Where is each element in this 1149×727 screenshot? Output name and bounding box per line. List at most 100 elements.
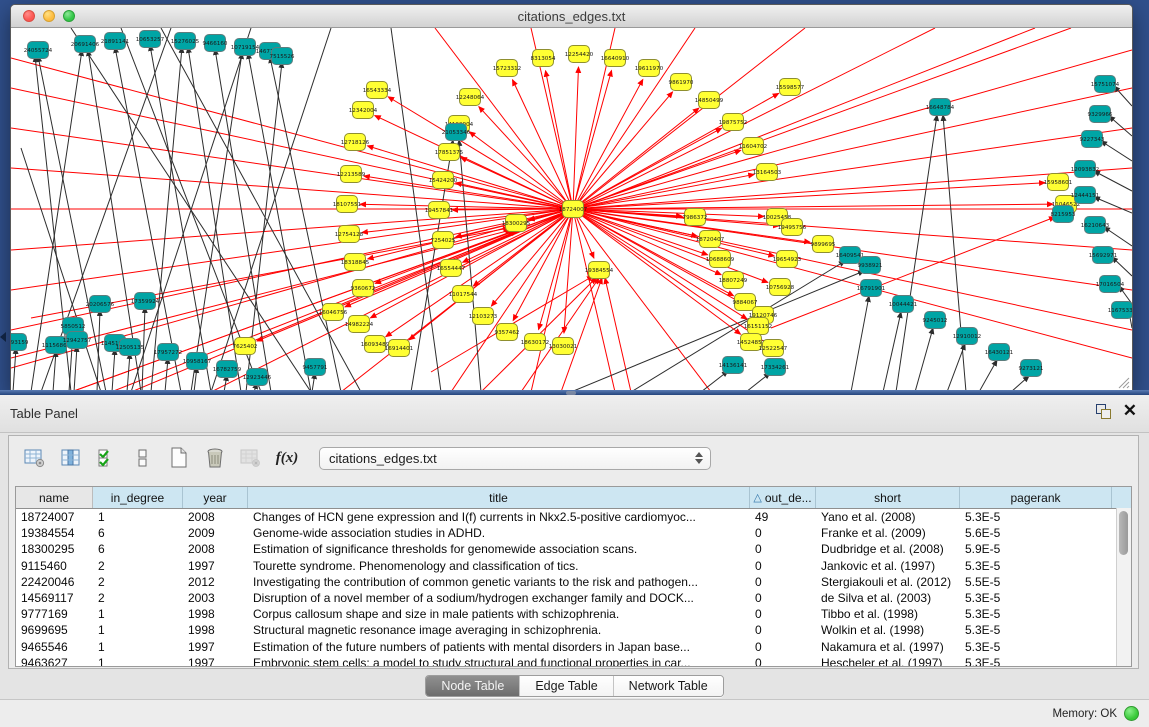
teal-node[interactable]: 11675331: [1108, 302, 1132, 319]
delete-column-icon[interactable]: [199, 442, 231, 474]
table-row[interactable]: 2242004622012Investigating the contribut…: [16, 574, 1131, 590]
table-row[interactable]: 977716911998Corpus callosum shape and si…: [16, 606, 1131, 622]
yellow-node[interactable]: 17851375: [435, 144, 464, 161]
column-header-year[interactable]: year: [183, 487, 248, 508]
table-row[interactable]: 946362711997Embryonic stem cells: a mode…: [16, 655, 1131, 667]
yellow-node[interactable]: 18107551: [333, 196, 362, 213]
yellow-node[interactable]: 11017544: [449, 286, 478, 303]
yellow-node[interactable]: 9357462: [495, 324, 520, 341]
teal-node[interactable]: 9393159: [11, 334, 29, 351]
teal-node[interactable]: 12910012: [953, 328, 981, 345]
yellow-node[interactable]: 18630172: [521, 334, 549, 351]
teal-node[interactable]: 16648784: [926, 99, 955, 116]
teal-node[interactable]: 9938921: [858, 257, 883, 274]
teal-node[interactable]: 12942757: [63, 332, 92, 349]
show-columns-icon[interactable]: [55, 442, 87, 474]
teal-node[interactable]: 9273121: [1019, 360, 1044, 377]
table-scrollbar[interactable]: [1116, 508, 1131, 666]
table-row[interactable]: 969969511998Structural magnetic resonanc…: [16, 622, 1131, 638]
teal-node[interactable]: 16430121: [985, 344, 1014, 361]
tab-node-table[interactable]: Node Table: [426, 676, 520, 696]
teal-node[interactable]: 9466160: [203, 35, 228, 52]
yellow-node[interactable]: 10688609: [706, 251, 735, 268]
column-header-pagerank[interactable]: pagerank: [960, 487, 1112, 508]
yellow-node[interactable]: 18300295: [502, 215, 531, 232]
table-row[interactable]: 1872400712008Changes of HCN gene express…: [16, 509, 1131, 525]
yellow-node[interactable]: 19384554: [585, 262, 614, 279]
new-table-icon[interactable]: [163, 442, 195, 474]
yellow-node[interactable]: 19654923: [773, 251, 802, 268]
yellow-node[interactable]: 8313054: [531, 50, 556, 67]
teal-node[interactable]: 21053346: [442, 124, 471, 141]
teal-node[interactable]: 14136141: [719, 357, 748, 374]
column-header-in-degree[interactable]: in_degree: [93, 487, 183, 508]
table-mode-icon[interactable]: [19, 442, 51, 474]
teal-node[interactable]: 10958167: [183, 353, 212, 370]
yellow-node[interactable]: 9861970: [669, 74, 694, 91]
network-canvas[interactable]: 1654333412342004127181261221358918107551…: [11, 28, 1132, 391]
yellow-node[interactable]: 16543334: [363, 82, 392, 99]
yellow-node[interactable]: 19611970: [635, 60, 664, 77]
float-panel-icon[interactable]: [1095, 403, 1111, 419]
yellow-node[interactable]: 15424200: [429, 172, 458, 189]
yellow-node[interactable]: 12248064: [456, 89, 485, 106]
yellow-node[interactable]: 7986372: [683, 209, 708, 226]
yellow-node[interactable]: 19875752: [719, 114, 747, 131]
teal-node[interactable]: 17016504: [1096, 276, 1125, 293]
tab-edge-table[interactable]: Edge Table: [520, 676, 613, 696]
teal-node[interactable]: 9245012: [923, 312, 948, 329]
scrollbar-thumb[interactable]: [1119, 511, 1128, 555]
yellow-node[interactable]: 14982224: [345, 316, 374, 333]
yellow-node[interactable]: 12254420: [565, 46, 594, 63]
teal-node[interactable]: 9329966: [1088, 106, 1113, 123]
teal-node[interactable]: 12093832: [1071, 161, 1099, 178]
column-header-title[interactable]: title: [248, 487, 750, 508]
yellow-node[interactable]: 12342004: [349, 102, 378, 119]
yellow-node[interactable]: 7254025: [431, 232, 456, 249]
teal-node[interactable]: 15692971: [1089, 247, 1118, 264]
teal-node[interactable]: 15751074: [1091, 76, 1120, 93]
yellow-node[interactable]: 15723312: [493, 60, 521, 77]
table-row[interactable]: 1456911722003Disruption of a novel membe…: [16, 590, 1131, 606]
table-row[interactable]: 1830029562008Estimation of significance …: [16, 541, 1131, 557]
teal-node[interactable]: 15276025: [171, 33, 200, 50]
window-titlebar[interactable]: citations_edges.txt: [11, 5, 1132, 28]
teal-node[interactable]: 20691406: [71, 36, 100, 53]
yellow-node[interactable]: 18724007: [559, 201, 588, 218]
yellow-node[interactable]: 9899695: [811, 236, 836, 253]
yellow-node[interactable]: 15598577: [776, 79, 805, 96]
tab-network-table[interactable]: Network Table: [614, 676, 723, 696]
yellow-node[interactable]: 16046756: [319, 304, 348, 321]
yellow-node[interactable]: 18807249: [719, 272, 748, 289]
network-svg[interactable]: 1654333412342004127181261221358918107551…: [11, 28, 1132, 391]
yellow-node[interactable]: 16554447: [437, 260, 466, 277]
yellow-node[interactable]: 12754128: [335, 226, 364, 243]
column-header-short[interactable]: short: [816, 487, 960, 508]
teal-node[interactable]: 17957272: [154, 344, 182, 361]
column-header-out-de-[interactable]: △out_de...: [750, 487, 816, 508]
teal-node[interactable]: 12505135: [116, 339, 145, 356]
yellow-node[interactable]: 18318845: [341, 254, 370, 271]
yellow-node[interactable]: 14850499: [695, 92, 724, 109]
select-columns-icon[interactable]: [91, 442, 123, 474]
yellow-node[interactable]: 11604702: [739, 138, 767, 155]
yellow-node[interactable]: 12213589: [337, 166, 366, 183]
yellow-node[interactable]: 13030021: [549, 338, 578, 355]
panel-collapse-arrow-icon[interactable]: [0, 332, 6, 342]
yellow-node[interactable]: 16914401: [385, 340, 414, 357]
teal-node[interactable]: 16782759: [213, 361, 242, 378]
teal-node[interactable]: 12923446: [243, 369, 272, 386]
teal-node[interactable]: 21891141: [101, 33, 130, 50]
yellow-node[interactable]: 13164503: [753, 164, 782, 181]
teal-node[interactable]: 10653257: [136, 31, 165, 48]
teal-node[interactable]: 12444151: [1071, 187, 1100, 204]
yellow-node[interactable]: 15958601: [1044, 174, 1073, 191]
teal-node[interactable]: 24055724: [24, 42, 53, 59]
teal-node[interactable]: 9457791: [303, 359, 328, 376]
column-header-name[interactable]: name: [16, 487, 93, 508]
teal-node[interactable]: 9227343: [1080, 131, 1105, 148]
table-selector-dropdown[interactable]: citations_edges.txt: [319, 447, 711, 470]
close-panel-icon[interactable]: ✕: [1123, 403, 1137, 419]
teal-node[interactable]: 16791901: [857, 280, 886, 297]
yellow-node[interactable]: 18720407: [696, 231, 725, 248]
